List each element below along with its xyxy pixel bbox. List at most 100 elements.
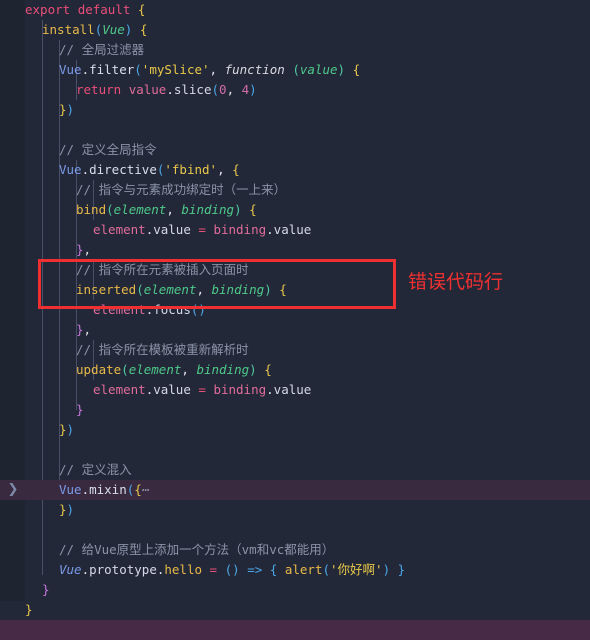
- code-token: Vue: [59, 482, 82, 497]
- code-line[interactable]: element.value = binding.value: [0, 220, 590, 240]
- code-token: }: [76, 322, 84, 337]
- code-token: ): [337, 62, 346, 77]
- code-line-text: Vue.mixin({⋯: [25, 480, 149, 500]
- code-token: {: [137, 2, 146, 17]
- code-line[interactable]: Vue.prototype.hello = () => { alert('你好啊…: [0, 560, 590, 580]
- code-token: Vue: [102, 22, 125, 37]
- code-line[interactable]: export default {: [0, 0, 590, 20]
- code-token: {: [139, 22, 148, 37]
- code-line[interactable]: // 全局过滤器: [0, 40, 590, 60]
- code-token: filter: [89, 62, 135, 77]
- code-line[interactable]: update(element, binding) {: [0, 360, 590, 380]
- code-token: }: [76, 402, 84, 417]
- code-line[interactable]: // 给Vue原型上添加一个方法（vm和vc都能用）: [0, 540, 590, 560]
- code-line[interactable]: bind(element, binding) {: [0, 200, 590, 220]
- code-line[interactable]: // 指令所在模板被重新解析时: [0, 340, 590, 360]
- fold-chevron-icon[interactable]: ❯: [6, 480, 20, 500]
- code-line[interactable]: return value.slice(0, 4): [0, 80, 590, 100]
- code-token: }: [76, 242, 84, 257]
- code-line-text: bind(element, binding) {: [25, 200, 257, 220]
- code-line[interactable]: Vue.filter('mySlice', function (value) {: [0, 60, 590, 80]
- code-line[interactable]: [0, 120, 590, 140]
- code-line[interactable]: }): [0, 100, 590, 120]
- code-token: value: [153, 222, 191, 237]
- code-token: element: [93, 222, 146, 237]
- code-line-text: // 指令与元素成功绑定时（一上来）: [25, 180, 286, 200]
- code-token: // 给Vue原型上添加一个方法（vm和vc都能用）: [59, 542, 335, 557]
- code-line[interactable]: element.value = binding.value: [0, 380, 590, 400]
- code-line[interactable]: [0, 440, 590, 460]
- code-token: =: [198, 382, 206, 397]
- code-token: ): [382, 562, 391, 577]
- code-line[interactable]: // 指令与元素成功绑定时（一上来）: [0, 180, 590, 200]
- code-token: binding: [196, 362, 250, 377]
- code-token: ⋯: [141, 482, 150, 497]
- code-token: directive: [89, 162, 157, 177]
- code-line[interactable]: }): [0, 500, 590, 520]
- code-line-text: inserted(element, binding) {: [25, 280, 287, 300]
- code-line[interactable]: install(Vue) {: [0, 20, 590, 40]
- code-token: element: [93, 302, 146, 317]
- code-token: value: [273, 382, 312, 397]
- code-token: ,: [209, 62, 225, 77]
- code-token: value: [128, 82, 167, 97]
- code-line[interactable]: },: [0, 320, 590, 340]
- code-token: // 指令所在模板被重新解析时: [76, 342, 249, 357]
- code-line-text: install(Vue) {: [25, 20, 147, 40]
- code-token: value: [299, 62, 338, 77]
- code-line-text: }): [25, 500, 74, 520]
- code-token: (: [134, 62, 142, 77]
- code-line[interactable]: }): [0, 420, 590, 440]
- code-token: '你好啊': [330, 562, 383, 577]
- code-line-text: element.value = binding.value: [25, 380, 311, 400]
- code-token: binding: [213, 382, 267, 397]
- code-line-text: // 全局过滤器: [25, 40, 144, 60]
- code-line-text: export default {: [25, 0, 145, 20]
- code-line[interactable]: Vue.mixin({⋯: [0, 480, 590, 500]
- code-token: ,: [83, 322, 92, 337]
- code-token: ,: [181, 362, 197, 377]
- code-line-text: },: [25, 320, 91, 340]
- code-token: .: [81, 62, 90, 77]
- code-token: prototype: [89, 562, 157, 577]
- code-line-text: update(element, binding) {: [25, 360, 272, 380]
- code-line[interactable]: }: [0, 580, 590, 600]
- code-token: ): [234, 202, 242, 217]
- code-token: element: [143, 282, 197, 297]
- code-line-text: Vue.directive('fbind', {: [25, 160, 240, 180]
- code-line[interactable]: // 定义全局指令: [0, 140, 590, 160]
- code-line[interactable]: }: [0, 400, 590, 420]
- code-line-text: // 定义混入: [25, 460, 132, 480]
- code-line[interactable]: Vue.directive('fbind', {: [0, 160, 590, 180]
- code-token: ): [249, 362, 257, 377]
- code-token: bind: [76, 202, 107, 217]
- code-line[interactable]: [0, 620, 590, 640]
- code-token: 'fbind': [164, 162, 218, 177]
- code-line[interactable]: }: [0, 600, 590, 620]
- code-token: install: [42, 22, 95, 37]
- code-token: export: [25, 2, 71, 17]
- code-line[interactable]: // 定义混入: [0, 460, 590, 480]
- code-token: ,: [217, 162, 233, 177]
- code-token: element: [113, 202, 167, 217]
- code-token: element: [128, 362, 182, 377]
- code-line[interactable]: [0, 520, 590, 540]
- code-token: .: [266, 382, 274, 397]
- code-token: (: [211, 82, 220, 97]
- code-token: value: [273, 222, 312, 237]
- code-token: Vue: [59, 162, 82, 177]
- code-line-text: },: [25, 240, 91, 260]
- code-token: }: [59, 102, 67, 117]
- code-line[interactable]: element.focus(): [0, 300, 590, 320]
- code-content[interactable]: export default {install(Vue) {// 全局过滤器 Vu…: [0, 0, 590, 640]
- code-token: (: [136, 282, 144, 297]
- code-editor[interactable]: export default {install(Vue) {// 全局过滤器 Vu…: [0, 0, 590, 640]
- code-token: // 定义全局指令: [59, 142, 157, 157]
- code-token: (: [121, 362, 129, 377]
- code-line[interactable]: },: [0, 240, 590, 260]
- error-annotation-label: 错误代码行: [408, 271, 504, 293]
